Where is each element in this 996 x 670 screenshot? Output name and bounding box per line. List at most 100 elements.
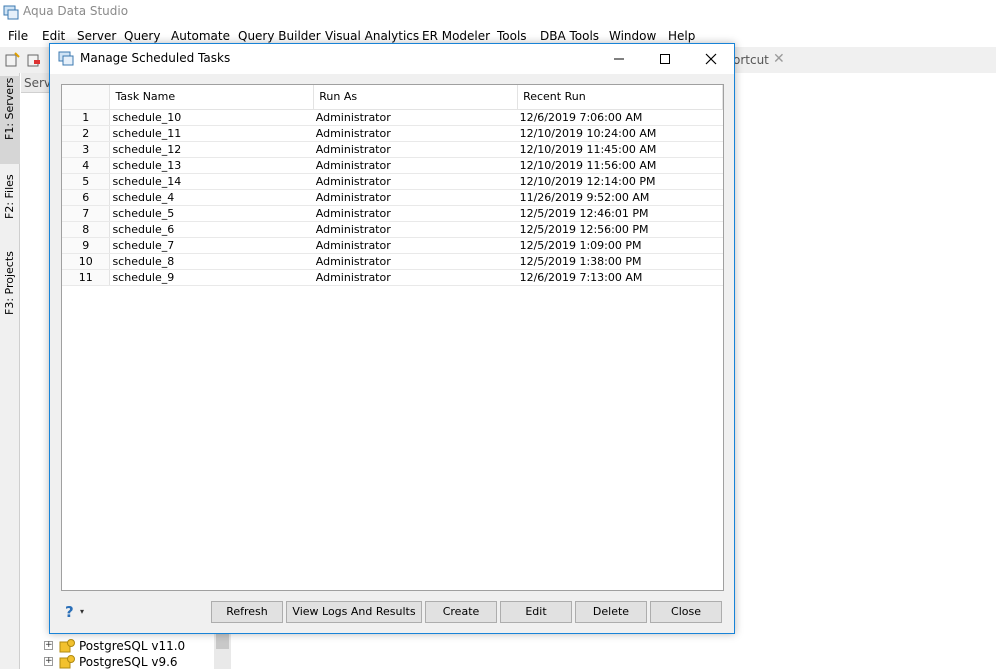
cell-run-as[interactable]: Administrator bbox=[313, 173, 518, 190]
maximize-icon bbox=[660, 54, 670, 64]
cell-recent-run[interactable]: 12/5/2019 12:46:01 PM bbox=[517, 205, 723, 222]
menu-edit[interactable]: Edit bbox=[42, 29, 65, 43]
background-tab-label: ortcut bbox=[733, 53, 769, 67]
cell-run-as[interactable]: Administrator bbox=[313, 125, 518, 142]
maximize-button[interactable] bbox=[642, 44, 688, 74]
refresh-button[interactable]: Refresh bbox=[211, 601, 283, 623]
cell-run-as[interactable]: Administrator bbox=[313, 157, 518, 174]
cell-task-name[interactable]: schedule_7 bbox=[109, 237, 314, 254]
menu-query-builder[interactable]: Query Builder bbox=[238, 29, 321, 43]
table-row[interactable]: 1 schedule_10 Administrator 12/6/2019 7:… bbox=[62, 109, 723, 126]
menu-tools[interactable]: Tools bbox=[497, 29, 527, 43]
table-row[interactable]: 9 schedule_7 Administrator 12/5/2019 1:0… bbox=[62, 237, 723, 254]
tab-files[interactable]: F2: Files bbox=[0, 173, 20, 239]
cell-run-as[interactable]: Administrator bbox=[313, 189, 518, 206]
row-number: 7 bbox=[62, 205, 111, 222]
tab-close-icon[interactable]: ✕ bbox=[773, 51, 785, 67]
panel-header-label: Serv bbox=[24, 76, 52, 90]
background-editor-tab[interactable]: ortcut ✕ bbox=[728, 47, 996, 73]
cell-recent-run[interactable]: 12/5/2019 1:09:00 PM bbox=[517, 237, 723, 254]
column-header-recent-run[interactable]: Recent Run bbox=[517, 85, 723, 110]
create-button[interactable]: Create bbox=[425, 601, 497, 623]
table-row[interactable]: 8 schedule_6 Administrator 12/5/2019 12:… bbox=[62, 221, 723, 238]
tree-expander[interactable]: + bbox=[44, 657, 53, 666]
cell-run-as[interactable]: Administrator bbox=[313, 109, 518, 126]
row-number: 9 bbox=[62, 237, 111, 254]
cell-recent-run[interactable]: 12/5/2019 12:56:00 PM bbox=[517, 221, 723, 238]
cell-run-as[interactable]: Administrator bbox=[313, 141, 518, 158]
cell-recent-run[interactable]: 12/10/2019 11:56:00 AM bbox=[517, 157, 723, 174]
app-database-icon bbox=[3, 5, 19, 20]
cell-recent-run[interactable]: 12/10/2019 10:24:00 AM bbox=[517, 125, 723, 142]
table-row[interactable]: 11 schedule_9 Administrator 12/6/2019 7:… bbox=[62, 269, 723, 286]
cell-task-name[interactable]: schedule_11 bbox=[109, 125, 314, 142]
row-number-header bbox=[62, 85, 111, 110]
cell-task-name[interactable]: schedule_4 bbox=[109, 189, 314, 206]
postgresql-icon bbox=[59, 639, 75, 653]
cell-run-as[interactable]: Administrator bbox=[313, 237, 518, 254]
tab-projects[interactable]: F3: Projects bbox=[0, 251, 20, 335]
menu-query[interactable]: Query bbox=[124, 29, 160, 43]
cell-run-as[interactable]: Administrator bbox=[313, 205, 518, 222]
table-row[interactable]: 2 schedule_11 Administrator 12/10/2019 1… bbox=[62, 125, 723, 142]
menu-dba-tools[interactable]: DBA Tools bbox=[540, 29, 599, 43]
tab-servers-label: F1: Servers bbox=[3, 77, 16, 140]
column-header-task-name[interactable]: Task Name bbox=[109, 85, 315, 110]
disconnect-icon[interactable] bbox=[26, 52, 42, 68]
help-button[interactable]: ? ▾ bbox=[65, 603, 89, 621]
cell-run-as[interactable]: Administrator bbox=[313, 221, 518, 238]
cell-task-name[interactable]: schedule_13 bbox=[109, 157, 314, 174]
cell-run-as[interactable]: Administrator bbox=[313, 253, 518, 270]
table-row[interactable]: 5 schedule_14 Administrator 12/10/2019 1… bbox=[62, 173, 723, 190]
chevron-down-icon: ▾ bbox=[80, 607, 85, 616]
menu-automate[interactable]: Automate bbox=[171, 29, 230, 43]
edit-button[interactable]: Edit bbox=[500, 601, 572, 623]
table-row[interactable]: 4 schedule_13 Administrator 12/10/2019 1… bbox=[62, 157, 723, 174]
dialog-titlebar[interactable]: Manage Scheduled Tasks bbox=[50, 44, 734, 74]
cell-task-name[interactable]: schedule_9 bbox=[109, 269, 314, 286]
minimize-button[interactable] bbox=[596, 44, 642, 74]
tab-projects-label: F3: Projects bbox=[3, 251, 16, 315]
row-number: 4 bbox=[62, 157, 111, 174]
cell-recent-run[interactable]: 12/10/2019 11:45:00 AM bbox=[517, 141, 723, 158]
scroll-thumb[interactable] bbox=[216, 633, 229, 649]
cell-task-name[interactable]: schedule_12 bbox=[109, 141, 314, 158]
cell-recent-run[interactable]: 12/6/2019 7:06:00 AM bbox=[517, 109, 723, 126]
cell-recent-run[interactable]: 12/5/2019 1:38:00 PM bbox=[517, 253, 723, 270]
cell-task-name[interactable]: schedule_10 bbox=[109, 109, 314, 126]
column-header-run-as[interactable]: Run As bbox=[313, 85, 519, 110]
table-header-row: Task Name Run As Recent Run bbox=[62, 85, 723, 110]
menu-server[interactable]: Server bbox=[77, 29, 116, 43]
table-row[interactable]: 10 schedule_8 Administrator 12/5/2019 1:… bbox=[62, 253, 723, 270]
close-button[interactable]: Close bbox=[650, 601, 722, 623]
close-icon bbox=[705, 53, 717, 65]
menu-er-modeler[interactable]: ER Modeler bbox=[422, 29, 490, 43]
tab-files-label: F2: Files bbox=[3, 174, 16, 219]
menu-help[interactable]: Help bbox=[668, 29, 695, 43]
postgresql-icon bbox=[59, 655, 75, 669]
cell-run-as[interactable]: Administrator bbox=[313, 269, 518, 286]
close-window-button[interactable] bbox=[688, 44, 734, 74]
table-row[interactable]: 7 schedule_5 Administrator 12/5/2019 12:… bbox=[62, 205, 723, 222]
new-connection-icon[interactable] bbox=[4, 52, 20, 68]
view-logs-button[interactable]: View Logs And Results bbox=[286, 601, 422, 623]
table-row[interactable]: 3 schedule_12 Administrator 12/10/2019 1… bbox=[62, 141, 723, 158]
scheduled-tasks-table: Task Name Run As Recent Run 1 schedule_1… bbox=[61, 84, 724, 591]
menu-file[interactable]: File bbox=[8, 29, 28, 43]
tree-node-label: PostgreSQL v11.0 bbox=[79, 639, 186, 653]
cell-recent-run[interactable]: 12/10/2019 12:14:00 PM bbox=[517, 173, 723, 190]
tab-servers[interactable]: F1: Servers bbox=[0, 76, 20, 164]
cell-task-name[interactable]: schedule_6 bbox=[109, 221, 314, 238]
table-row[interactable]: 6 schedule_4 Administrator 11/26/2019 9:… bbox=[62, 189, 723, 206]
row-number: 1 bbox=[62, 109, 111, 126]
tree-expander[interactable]: + bbox=[44, 641, 53, 650]
cell-recent-run[interactable]: 11/26/2019 9:52:00 AM bbox=[517, 189, 723, 206]
menu-window[interactable]: Window bbox=[609, 29, 656, 43]
cell-recent-run[interactable]: 12/6/2019 7:13:00 AM bbox=[517, 269, 723, 286]
menu-visual-analytics[interactable]: Visual Analytics bbox=[325, 29, 419, 43]
panel-scrollbar[interactable] bbox=[214, 633, 231, 669]
cell-task-name[interactable]: schedule_8 bbox=[109, 253, 314, 270]
cell-task-name[interactable]: schedule_5 bbox=[109, 205, 314, 222]
delete-button[interactable]: Delete bbox=[575, 601, 647, 623]
cell-task-name[interactable]: schedule_14 bbox=[109, 173, 314, 190]
